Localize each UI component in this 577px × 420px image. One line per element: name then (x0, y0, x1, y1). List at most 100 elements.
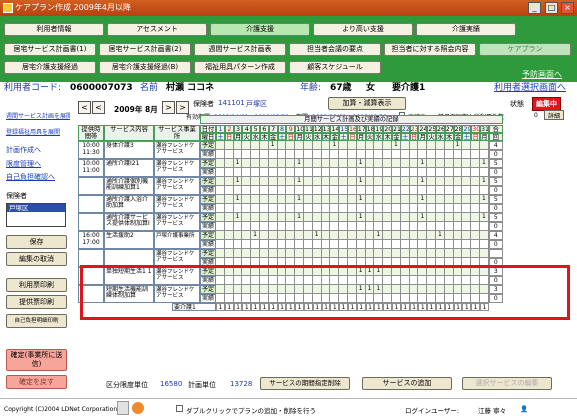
actual-day-cell[interactable] (233, 258, 243, 267)
plan-day-cell[interactable] (374, 195, 384, 204)
actual-day-cell[interactable] (216, 204, 225, 213)
actual-day-cell[interactable] (444, 168, 454, 177)
plan-day-cell[interactable] (356, 141, 366, 150)
plan-day-cell[interactable] (348, 195, 357, 204)
plan-day-cell[interactable] (277, 195, 287, 204)
actual-day-cell[interactable] (321, 204, 331, 213)
plan-day-cell[interactable] (242, 177, 252, 186)
actual-day-cell[interactable] (409, 276, 419, 285)
actual-day-cell[interactable] (242, 150, 252, 159)
actual-day-cell[interactable] (233, 240, 243, 249)
actual-day-cell[interactable] (462, 222, 472, 231)
plan-day-cell[interactable]: 1 (356, 285, 366, 294)
actual-day-cell[interactable] (480, 150, 489, 159)
plan-day-cell[interactable] (444, 213, 454, 222)
kasan-display-button[interactable]: 加算・減算表示 (328, 97, 406, 110)
plan-day-cell[interactable] (233, 249, 243, 258)
plan-day-cell[interactable] (251, 141, 260, 150)
actual-day-cell[interactable] (348, 150, 357, 159)
plan-day-cell[interactable] (321, 159, 331, 168)
actual-day-cell[interactable] (436, 168, 445, 177)
actual-day-cell[interactable] (216, 294, 225, 303)
plan-day-cell[interactable] (392, 285, 401, 294)
actual-day-cell[interactable] (471, 258, 480, 267)
tab-shoukai[interactable]: 担当者に対する照会内容 (384, 43, 476, 56)
actual-day-cell[interactable] (295, 240, 304, 249)
actual-day-cell[interactable] (471, 276, 480, 285)
actual-day-cell[interactable] (242, 276, 252, 285)
actual-day-cell[interactable] (216, 168, 225, 177)
actual-day-cell[interactable] (216, 186, 225, 195)
plan-day-cell[interactable] (365, 141, 375, 150)
tab-plan1[interactable]: 居宅サービス計画書(1) (4, 43, 96, 56)
actual-day-cell[interactable] (418, 294, 428, 303)
plan-day-cell[interactable] (471, 177, 480, 186)
jiko-futan-print-button[interactable]: 自己負担明細印刷 (6, 314, 67, 328)
plan-day-cell[interactable] (260, 177, 269, 186)
tab-schedule[interactable]: 顧客スケジュール (289, 61, 381, 74)
plan-day-cell[interactable] (374, 141, 384, 150)
actual-day-cell[interactable] (365, 276, 375, 285)
actual-day-cell[interactable] (224, 294, 234, 303)
actual-day-cell[interactable] (462, 186, 472, 195)
actual-day-cell[interactable] (260, 258, 269, 267)
actual-day-cell[interactable] (304, 168, 313, 177)
actual-day-cell[interactable] (286, 186, 296, 195)
actual-day-cell[interactable] (365, 168, 375, 177)
actual-day-cell[interactable] (400, 222, 410, 231)
actual-day-cell[interactable] (251, 168, 260, 177)
actual-day-cell[interactable] (286, 204, 296, 213)
plan-day-cell[interactable]: 1 (365, 267, 375, 276)
actual-day-cell[interactable] (312, 294, 322, 303)
actual-day-cell[interactable] (233, 222, 243, 231)
plan-day-cell[interactable] (480, 141, 489, 150)
actual-day-cell[interactable] (436, 186, 445, 195)
plan-day-cell[interactable] (286, 159, 296, 168)
plan-day-cell[interactable]: 1 (374, 231, 384, 240)
dblclick-checkbox[interactable] (176, 405, 183, 412)
actual-day-cell[interactable] (312, 168, 322, 177)
plan-day-cell[interactable] (216, 249, 225, 258)
actual-day-cell[interactable] (295, 150, 304, 159)
office-cell[interactable]: 瀬谷フレンドケアサービス (154, 267, 200, 285)
actual-day-cell[interactable] (260, 222, 269, 231)
plan-day-cell[interactable] (409, 195, 419, 204)
actual-day-cell[interactable] (409, 222, 419, 231)
actual-day-cell[interactable] (480, 204, 489, 213)
actual-day-cell[interactable] (427, 294, 436, 303)
plan-day-cell[interactable] (339, 249, 348, 258)
plan-day-cell[interactable] (304, 231, 313, 240)
plan-day-cell[interactable] (304, 285, 313, 294)
actual-day-cell[interactable] (339, 186, 348, 195)
plan-day-cell[interactable] (242, 267, 252, 276)
actual-day-cell[interactable] (277, 258, 287, 267)
tab-yori-takai[interactable]: より高い支援 (313, 23, 413, 36)
plan-day-cell[interactable] (312, 213, 322, 222)
plan-day-cell[interactable] (339, 267, 348, 276)
actual-day-cell[interactable] (365, 240, 375, 249)
kakutei-revert-button[interactable]: 確定を戻す (6, 375, 67, 389)
hoken-list[interactable]: 戸塚区 (6, 203, 66, 227)
actual-day-cell[interactable] (471, 204, 480, 213)
plan-day-cell[interactable] (286, 285, 296, 294)
actual-day-cell[interactable] (312, 258, 322, 267)
actual-day-cell[interactable] (453, 222, 463, 231)
plan-day-cell[interactable] (268, 285, 278, 294)
actual-day-cell[interactable] (444, 186, 454, 195)
plan-day-cell[interactable] (409, 159, 419, 168)
plan-day-cell[interactable] (286, 213, 296, 222)
teikyouhyou-print-button[interactable]: 提供票印刷 (6, 295, 67, 309)
plan-day-cell[interactable] (295, 267, 304, 276)
plan-day-cell[interactable] (471, 141, 480, 150)
plan-day-cell[interactable] (418, 141, 428, 150)
service-cell[interactable]: 通所介護個別機能訓練加算1 (104, 177, 154, 195)
plan-day-cell[interactable] (233, 285, 243, 294)
actual-day-cell[interactable] (480, 168, 489, 177)
actual-day-cell[interactable] (224, 168, 234, 177)
actual-day-cell[interactable] (286, 294, 296, 303)
plan-day-cell[interactable] (392, 267, 401, 276)
plan-day-cell[interactable] (427, 213, 436, 222)
actual-day-cell[interactable] (374, 222, 384, 231)
actual-day-cell[interactable] (251, 186, 260, 195)
actual-day-cell[interactable] (436, 276, 445, 285)
